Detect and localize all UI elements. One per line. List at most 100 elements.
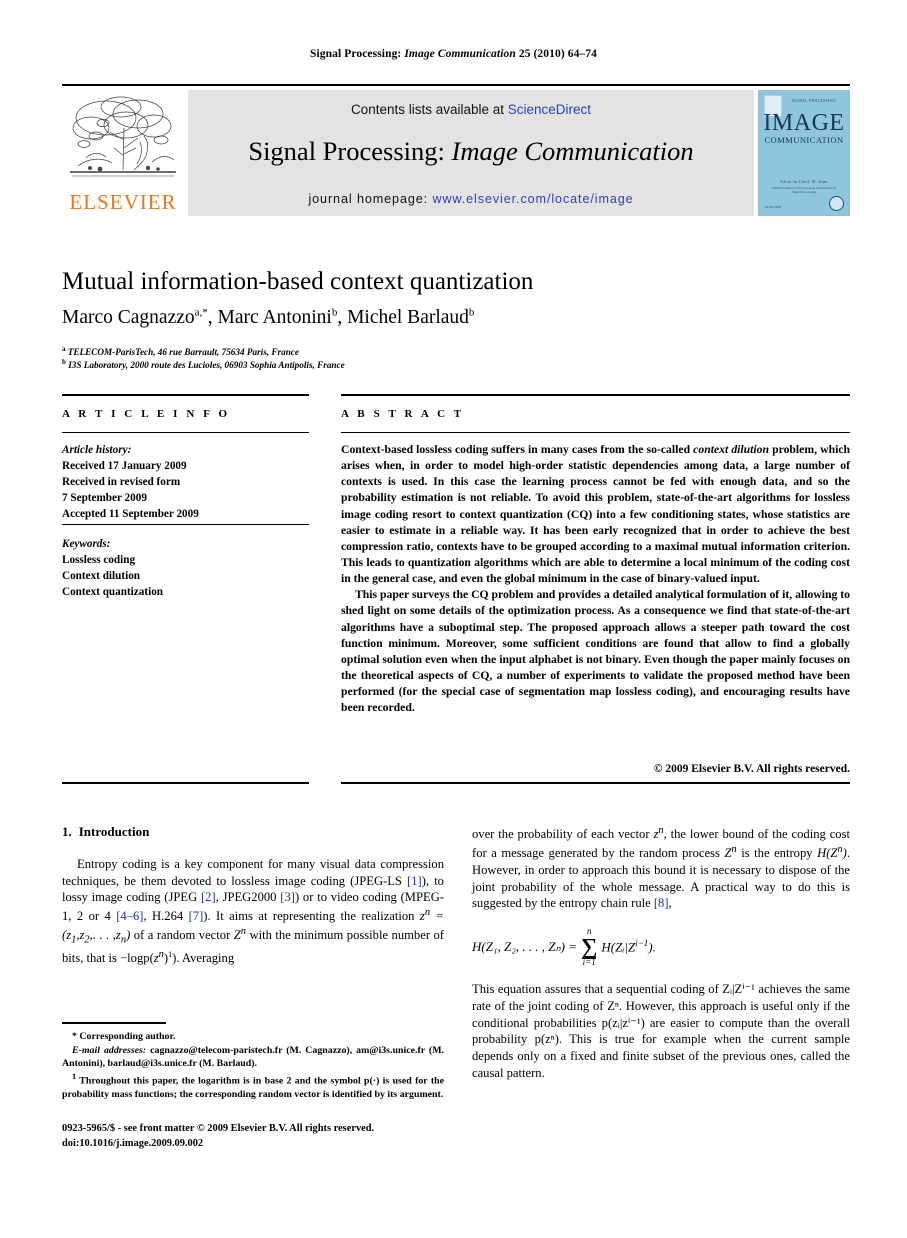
citation-link[interactable]: [2]: [201, 890, 216, 904]
text-run: ). It aims at representing the realizati…: [203, 909, 420, 924]
elsevier-tree-icon: [70, 96, 176, 177]
text-run: ,: [668, 896, 672, 911]
author-affil-mark: b: [331, 306, 338, 319]
journal-title: Signal Processing: Image Communication: [188, 136, 754, 167]
running-head: Signal Processing: Image Communication 2…: [0, 48, 907, 60]
cover-kicker: SIGNAL PROCESSING: [791, 99, 837, 103]
sum-lower-limit: i=1: [582, 956, 596, 967]
divider: [62, 394, 309, 396]
running-head-volume: 25 (2010) 64–74: [515, 48, 597, 60]
abstract-heading: A B S T R A C T: [341, 408, 465, 420]
equation-exponent: i−1: [635, 938, 649, 949]
banner-center: Contents lists available at ScienceDirec…: [188, 90, 754, 216]
paper-page: Signal Processing: Image Communication 2…: [0, 0, 907, 1238]
summation-icon: n ∑ i=1: [581, 927, 597, 967]
divider: [341, 394, 850, 396]
journal-banner: ELSEVIER Contents lists available at Sci…: [62, 84, 850, 216]
divider: [62, 524, 309, 526]
footnote-divider: [62, 1022, 166, 1024]
sciencedirect-link[interactable]: ScienceDirect: [508, 102, 591, 117]
body-paragraph: This equation assures that a sequential …: [472, 982, 850, 1080]
abstract-paragraph: This paper surveys the CQ problem and pr…: [341, 588, 850, 715]
elsevier-logo: ELSEVIER: [62, 90, 184, 216]
math-inline: H(Zn): [817, 843, 847, 861]
abstract-p1-b: problem, which arises when, in order to …: [341, 443, 850, 586]
affiliation-mark: a: [62, 345, 66, 353]
math-inline: Zn: [724, 843, 737, 861]
journal-cover-thumbnail: SIGNAL PROCESSING IMAGE COMMUNICATION Ed…: [758, 90, 850, 216]
author-name: Michel Barlaud: [347, 307, 469, 328]
equation-rhs-base: H(Zᵢ|Z: [601, 939, 636, 955]
text-run: , H.264: [143, 909, 189, 924]
affiliation-mark: b: [62, 358, 66, 366]
history-line: Received in revised form: [62, 476, 181, 489]
journal-title-italic: Image Communication: [451, 136, 694, 166]
citation-link[interactable]: [8]: [654, 896, 669, 910]
abstract-p1-a: Context-based lossless coding suffers in…: [341, 443, 694, 456]
footnotes-block: * Corresponding author. E-mail addresses…: [62, 1030, 444, 1102]
text-run: over the probability of each vector: [472, 827, 654, 842]
text-run: , JPEG2000: [215, 890, 281, 905]
math-inline: zn: [153, 948, 164, 965]
text-run: Entropy coding is a key component for ma…: [62, 857, 444, 888]
divider: [341, 782, 850, 784]
abstract-text: Context-based lossless coding suffers in…: [341, 442, 850, 716]
footnote-corresponding-author: * Corresponding author.: [72, 1031, 176, 1042]
equation-rhs: H(Zᵢ|Zi−1).: [601, 938, 655, 955]
author-affil-mark: a,*: [194, 306, 208, 319]
body-column-left: 1. Introduction Entropy coding is a key c…: [62, 824, 444, 967]
elsevier-wordmark: ELSEVIER: [69, 190, 177, 214]
running-head-journal-italic: Image Communication: [404, 48, 516, 60]
keyword-item: Context quantization: [62, 586, 164, 599]
equation-rhs-end: ).: [648, 939, 656, 955]
body-column-right: over the probability of each vector zn, …: [472, 824, 850, 1081]
text-run: is the entropy: [736, 846, 818, 861]
history-line: Accepted 11 September 2009: [62, 508, 199, 521]
imprint-block: 0923-5965/$ - see front matter © 2009 El…: [62, 1122, 482, 1152]
journal-homepage-line: journal homepage: www.elsevier.com/locat…: [188, 192, 754, 206]
homepage-prefix: journal homepage:: [308, 192, 433, 206]
journal-homepage-link[interactable]: www.elsevier.com/locate/image: [432, 192, 633, 206]
text-run: of a random vector: [130, 928, 234, 943]
keywords-block: Keywords: Lossless coding Context diluti…: [62, 536, 309, 600]
page-title: Mutual information-based context quantiz…: [62, 268, 534, 295]
footnote-1: 1 Throughout this paper, the logarithm i…: [62, 1071, 444, 1102]
divider: [62, 432, 309, 434]
cover-publisher: ELSEVIER: [765, 205, 782, 209]
history-line: 7 September 2009: [62, 492, 147, 505]
keyword-item: Lossless coding: [62, 554, 136, 567]
cover-editor-line: Editor-in-Chief: M. Kunt: [780, 179, 828, 184]
cover-badge-icon: [829, 196, 844, 211]
author-name: Marco Cagnazzo: [62, 307, 195, 328]
email-label: E-mail addresses:: [72, 1044, 147, 1056]
citation-link[interactable]: [7]: [189, 909, 204, 923]
footnote-1-text: Throughout this paper, the logarithm is …: [62, 1075, 444, 1100]
contents-prefix: Contents lists available at: [350, 102, 508, 117]
banner-top-rule: [62, 84, 850, 86]
journal-title-plain: Signal Processing:: [248, 136, 452, 166]
math-inline: zn: [653, 825, 664, 842]
cover-subtitle: COMMUNICATION: [764, 135, 844, 145]
math-inline: Zn: [233, 926, 247, 943]
text-run: ). Averaging: [172, 950, 235, 965]
author-affil-mark: b: [468, 306, 475, 319]
equation-lhs: H(Z₁, Z₂, . . . , Zₙ) =: [472, 938, 577, 954]
issn-line: 0923-5965/$ - see front matter © 2009 El…: [62, 1123, 375, 1134]
section-number: 1.: [62, 824, 72, 839]
footnote-emails: E-mail addresses: cagnazzo@telecom-paris…: [62, 1044, 444, 1071]
citation-link[interactable]: [1]: [407, 874, 422, 888]
doi-line[interactable]: doi:10.1016/j.image.2009.09.002: [62, 1137, 482, 1152]
cover-association-line: Official Journal of the European Associa…: [771, 186, 837, 194]
article-history: Article history: Received 17 January 200…: [62, 442, 309, 522]
sum-glyph: ∑: [580, 934, 598, 960]
citation-link[interactable]: [4–6]: [116, 909, 143, 923]
section-title: Introduction: [78, 824, 150, 839]
copyright-line: © 2009 Elsevier B.V. All rights reserved…: [653, 763, 850, 775]
body-paragraph: Entropy coding is a key component for ma…: [62, 856, 444, 967]
citation-link[interactable]: [3]: [280, 890, 295, 904]
affiliation-text: I3S Laboratory, 2000 route des Lucioles,…: [68, 360, 345, 371]
history-line: Received 17 January 2009: [62, 460, 187, 473]
article-info-heading: A R T I C L E I N F O: [62, 408, 231, 420]
keywords-label: Keywords:: [62, 538, 111, 550]
author-list: Marco Cagnazzoa,*, Marc Antoninib, Miche…: [62, 306, 475, 329]
